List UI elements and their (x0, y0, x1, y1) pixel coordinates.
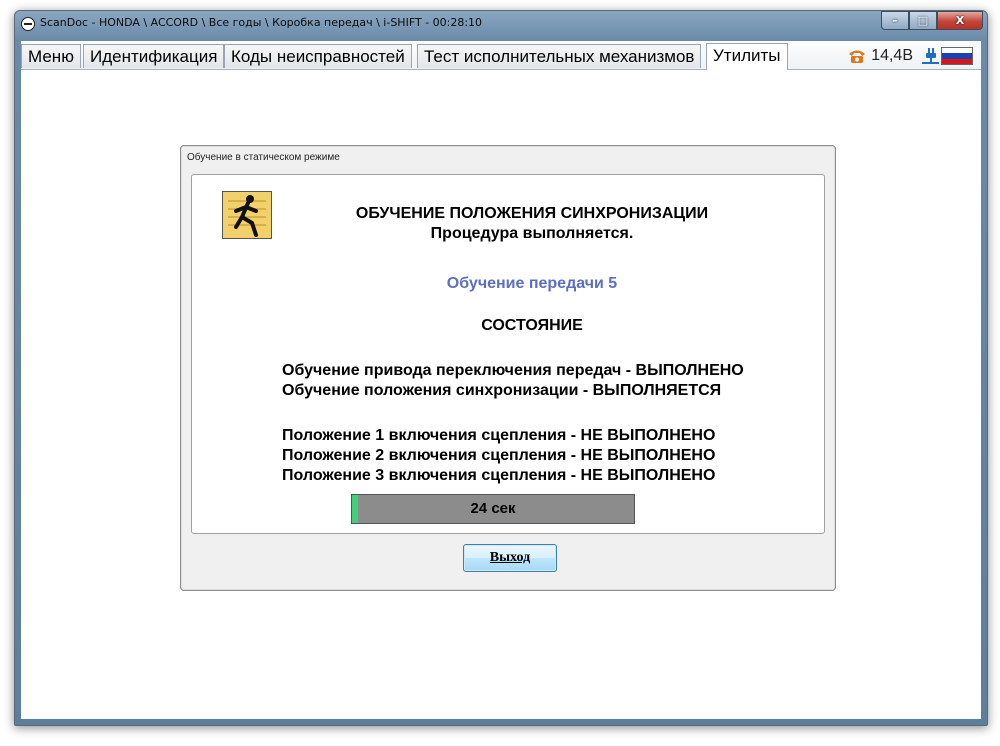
window-title: ScanDoc - HONDA \ ACCORD \ Все годы \ Ко… (40, 16, 483, 29)
status-area: 14,4В (847, 45, 973, 67)
procedure-status: Процедура выполняется. (430, 225, 634, 242)
voltage-value: 14,4В (871, 47, 913, 64)
plug-icon (922, 48, 939, 64)
progress-label: 24 сек (470, 500, 516, 517)
tab-actuator-test[interactable]: Тест исполнительных механизмов (417, 44, 702, 68)
close-button[interactable]: X (937, 11, 983, 30)
russian-flag-icon (941, 47, 973, 65)
maximize-button[interactable]: □ (909, 11, 937, 30)
procedure-heading: ОБУЧЕНИЕ ПОЛОЖЕНИЯ СИНХРОНИЗАЦИИ (355, 205, 709, 222)
phone-icon (849, 50, 866, 63)
tab-bar: Меню Идентификация Коды неисправностей Т… (21, 41, 981, 70)
clutch-position-3: Положение 3 включения сцепления - НЕ ВЫП… (282, 467, 716, 484)
status-line-sync: Обучение положения синхронизации - ВЫПОЛ… (282, 382, 722, 399)
dialog-title: Обучение в статическом режиме (187, 152, 340, 163)
status-line-actuator: Обучение привода переключения передач - … (282, 362, 744, 379)
clutch-position-2: Положение 2 включения сцепления - НЕ ВЫП… (282, 447, 716, 464)
app-icon (21, 17, 35, 31)
tab-menu[interactable]: Меню (21, 44, 81, 68)
tab-fault-codes[interactable]: Коды неисправностей (224, 44, 412, 68)
state-title: СОСТОЯНИЕ (481, 317, 583, 334)
tab-utilities[interactable]: Утилиты (706, 43, 788, 70)
static-learning-dialog: Обучение в статическом режиме ОБУЧЕНИЕ П… (180, 145, 836, 591)
exit-button[interactable]: Выход (463, 544, 557, 572)
dialog-content-panel: ОБУЧЕНИЕ ПОЛОЖЕНИЯ СИНХРОНИЗАЦИИ Процеду… (191, 174, 825, 534)
clutch-position-1: Положение 1 включения сцепления - НЕ ВЫП… (282, 427, 716, 444)
progress-bar: 24 сек (351, 494, 635, 524)
title-bar[interactable]: ScanDoc - HONDA \ ACCORD \ Все годы \ Ко… (15, 11, 987, 39)
client-area: Меню Идентификация Коды неисправностей Т… (21, 41, 981, 719)
window-controls: – □ X (881, 11, 983, 31)
minimize-button[interactable]: – (881, 11, 909, 30)
app-window: ScanDoc - HONDA \ ACCORD \ Все годы \ Ко… (14, 10, 988, 726)
tab-identification[interactable]: Идентификация (83, 44, 225, 68)
gear-learning-label: Обучение передачи 5 (446, 275, 618, 292)
running-man-icon (222, 191, 272, 239)
